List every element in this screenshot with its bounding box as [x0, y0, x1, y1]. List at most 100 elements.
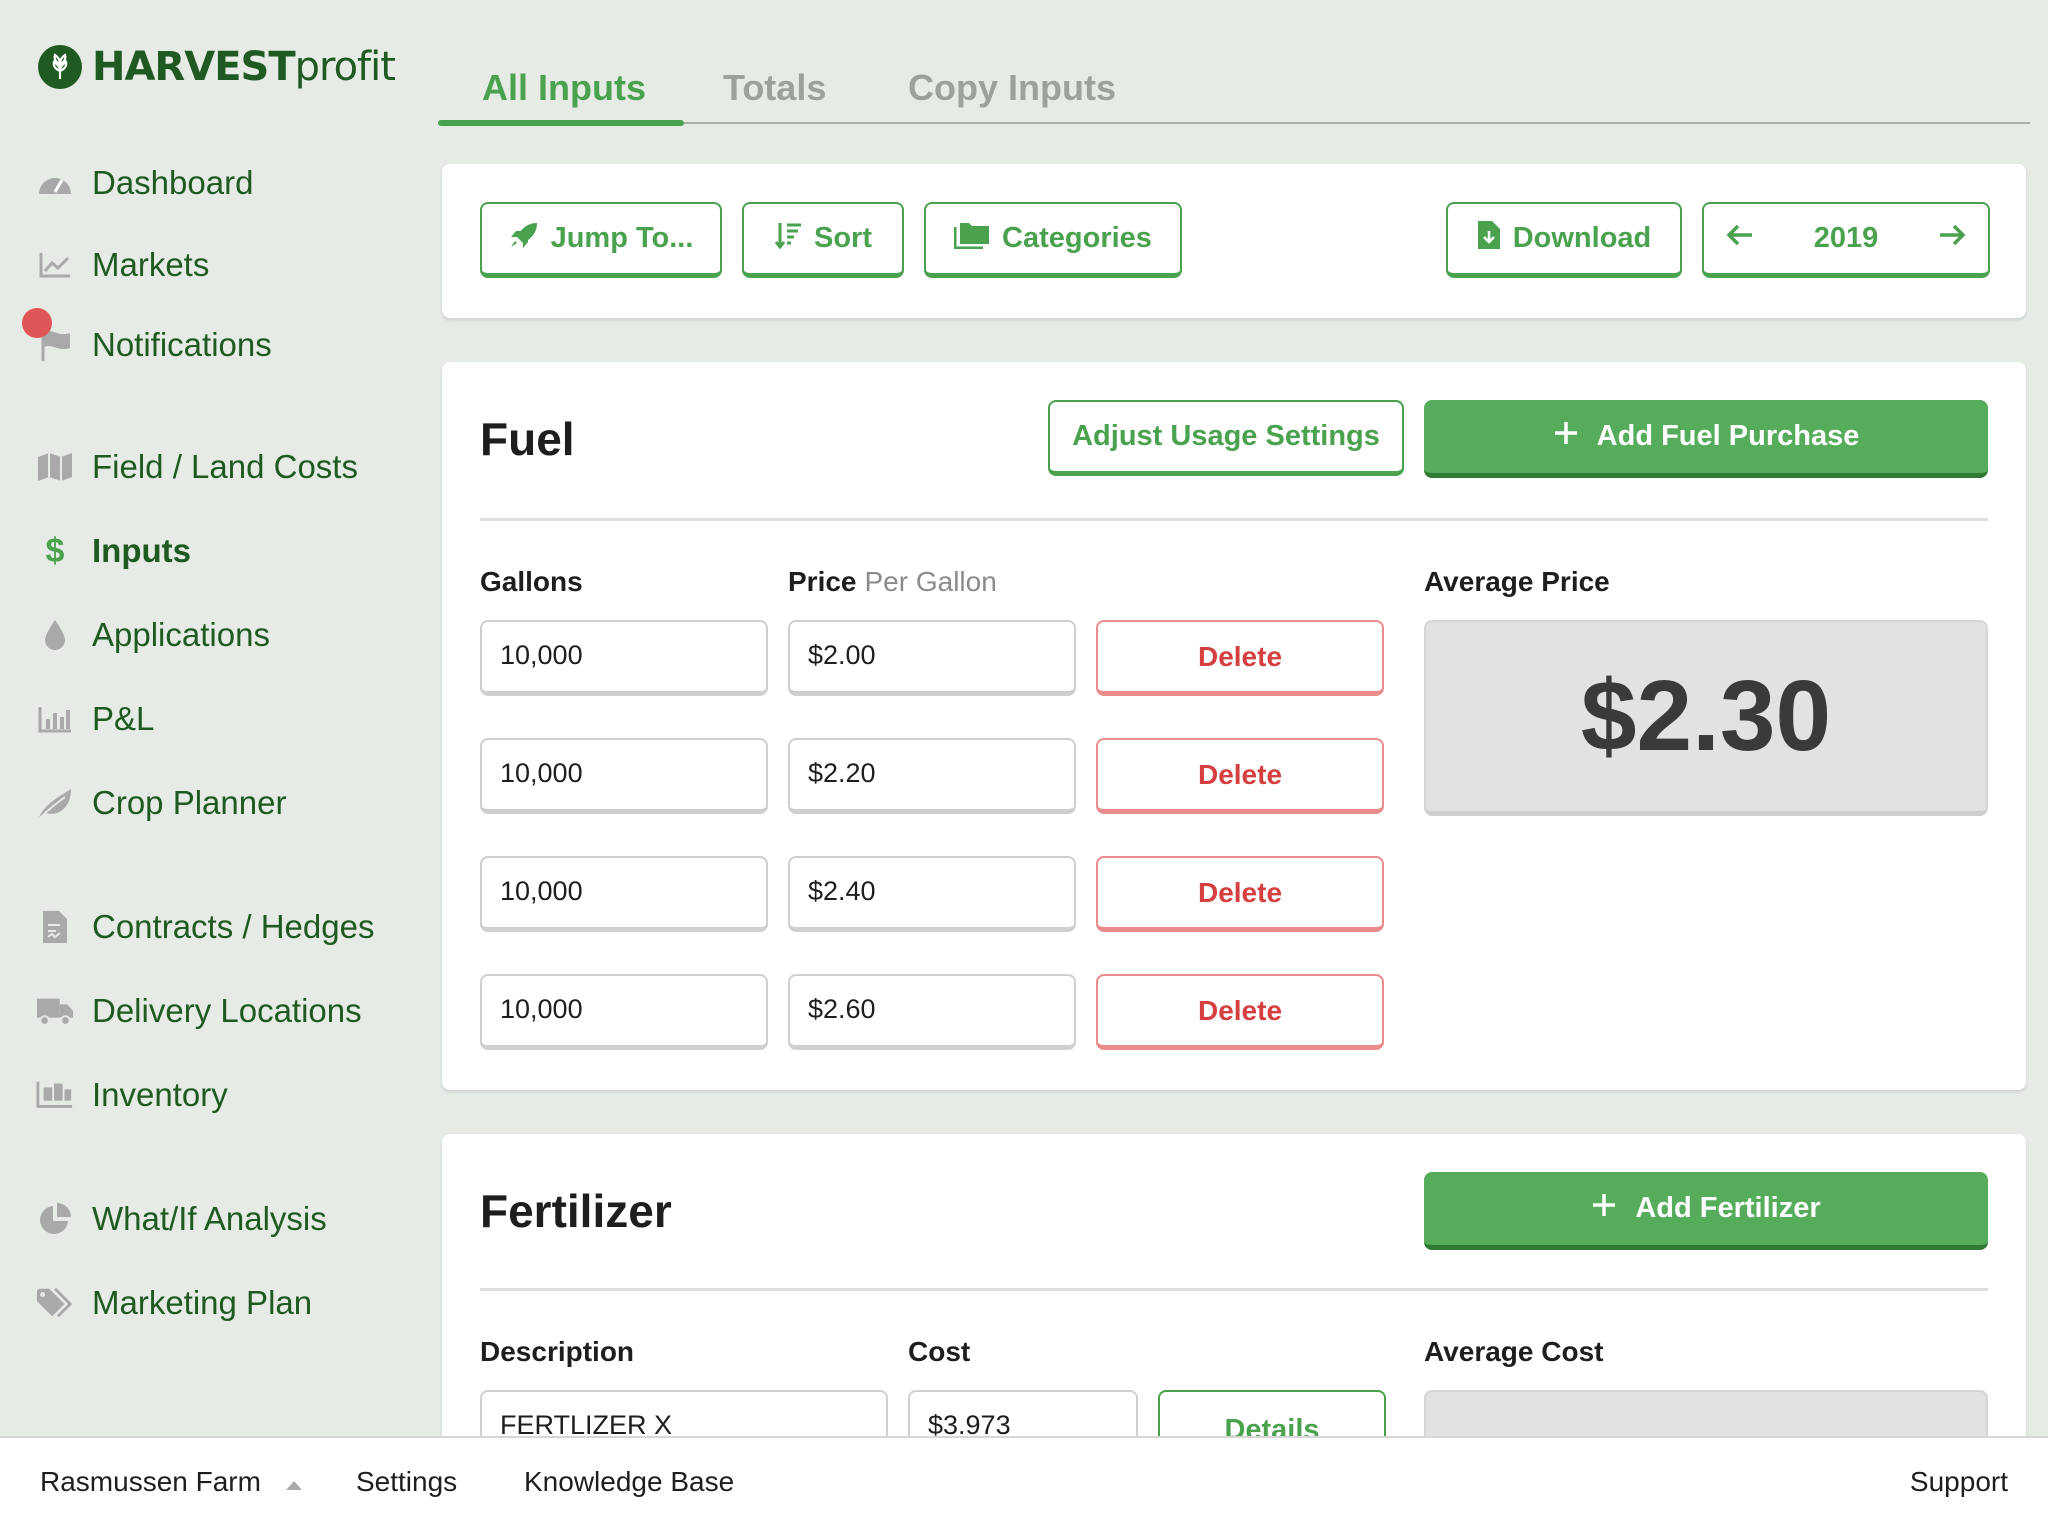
- categories-button[interactable]: Categories: [924, 202, 1182, 278]
- footer-bar: Rasmussen Farm Settings Knowledge Base S…: [0, 1436, 2048, 1536]
- add-fertilizer-button[interactable]: Add Fertilizer: [1424, 1172, 1988, 1250]
- sort-icon: [774, 221, 802, 257]
- sidebar-item-marketing-plan[interactable]: Marketing Plan: [36, 1278, 312, 1328]
- price-header: Price Per Gallon: [788, 566, 997, 597]
- sidebar-item-applications[interactable]: Applications: [36, 610, 270, 660]
- sidebar-item-inventory[interactable]: Inventory: [36, 1070, 228, 1120]
- toolbar-panel: Jump To... Sort Categories Download 2019: [442, 164, 2026, 318]
- fertilizer-title: Fertilizer: [480, 1185, 672, 1237]
- tab-bar: All Inputs Totals Copy Inputs: [438, 52, 2030, 126]
- support-link[interactable]: Support: [1910, 1466, 2008, 1498]
- rocket-icon: [509, 221, 539, 257]
- plus-icon: [1591, 1192, 1617, 1226]
- document-icon: [36, 908, 74, 946]
- sidebar-item-label: Notifications: [92, 326, 272, 363]
- sort-button[interactable]: Sort: [742, 202, 904, 278]
- adjust-usage-settings-button[interactable]: Adjust Usage Settings: [1048, 400, 1404, 476]
- notification-badge: [22, 308, 52, 338]
- wheat-icon: [38, 45, 82, 89]
- sidebar-item-dashboard[interactable]: Dashboard: [36, 158, 253, 208]
- tab-all-inputs[interactable]: All Inputs: [482, 52, 646, 124]
- delete-button[interactable]: Delete: [1096, 974, 1384, 1050]
- gallons-header: Gallons: [480, 566, 583, 597]
- sidebar-item-label: P&L: [92, 700, 155, 737]
- download-button[interactable]: Download: [1446, 202, 1682, 278]
- sidebar-item-pl[interactable]: P&L: [36, 694, 154, 744]
- previous-year-arrow-icon[interactable]: [1726, 222, 1754, 255]
- average-price-box: $2.30: [1424, 620, 1988, 816]
- farm-name: Rasmussen Farm: [40, 1466, 261, 1497]
- average-cost-header: Average Cost: [1424, 1336, 1604, 1367]
- sidebar-item-delivery-locations[interactable]: Delivery Locations: [36, 986, 362, 1036]
- sidebar-item-label: Crop Planner: [92, 784, 287, 821]
- plus-icon: [1553, 420, 1579, 454]
- sidebar-item-contracts-hedges[interactable]: Contracts / Hedges: [36, 902, 374, 952]
- brand-name: HARVESTprofit: [92, 44, 396, 90]
- sidebar-item-label: Delivery Locations: [92, 992, 362, 1029]
- price-input[interactable]: $2.00: [788, 620, 1076, 696]
- next-year-arrow-icon[interactable]: [1938, 222, 1966, 255]
- drop-icon: [36, 616, 74, 654]
- cost-header: Cost: [908, 1336, 971, 1367]
- description-header: Description: [480, 1336, 635, 1367]
- gallons-input[interactable]: 10,000: [480, 974, 768, 1050]
- sidebar: HARVESTprofit Dashboard Markets Notifica…: [0, 0, 430, 1436]
- sidebar-item-field-land-costs[interactable]: Field / Land Costs: [36, 442, 358, 492]
- add-fuel-purchase-label: Add Fuel Purchase: [1596, 420, 1860, 452]
- leaf-icon: [36, 784, 74, 822]
- farm-switcher[interactable]: Rasmussen Farm: [40, 1466, 303, 1498]
- delete-button[interactable]: Delete: [1096, 856, 1384, 932]
- tab-copy-inputs[interactable]: Copy Inputs: [908, 52, 1116, 124]
- categories-label: Categories: [1002, 222, 1152, 254]
- dollar-icon: $: [45, 531, 65, 570]
- delete-button[interactable]: Delete: [1096, 620, 1384, 696]
- description-input[interactable]: FERTLIZER X: [480, 1390, 888, 1436]
- folders-icon: [953, 221, 990, 257]
- sidebar-item-label: Inputs: [92, 532, 191, 569]
- fertilizer-panel: Fertilizer Add Fertilizer Description Co…: [442, 1134, 2026, 1436]
- gallons-input[interactable]: 10,000: [480, 738, 768, 814]
- average-cost-box: [1424, 1390, 1988, 1436]
- cost-input[interactable]: $3.973: [908, 1390, 1138, 1436]
- gauge-icon: [36, 164, 74, 202]
- sidebar-item-notifications[interactable]: Notifications: [36, 320, 272, 370]
- file-download-icon: [1477, 220, 1501, 258]
- settings-link[interactable]: Settings: [356, 1466, 457, 1498]
- jump-to-button[interactable]: Jump To...: [480, 202, 722, 278]
- brand-logo[interactable]: HARVESTprofit: [38, 44, 396, 90]
- year-value: 2019: [1813, 222, 1879, 254]
- map-icon: [36, 448, 74, 486]
- tab-totals[interactable]: Totals: [723, 52, 826, 124]
- fuel-panel: Fuel Adjust Usage Settings Add Fuel Purc…: [442, 362, 2026, 1090]
- download-label: Download: [1512, 222, 1652, 254]
- average-price-value: $2.30: [1580, 660, 1832, 772]
- average-price-header: Average Price: [1424, 566, 1610, 597]
- sidebar-item-label: Applications: [92, 616, 270, 653]
- fuel-title: Fuel: [480, 413, 575, 465]
- sidebar-item-label: Dashboard: [92, 164, 254, 201]
- sidebar-item-crop-planner[interactable]: Crop Planner: [36, 778, 286, 828]
- pallet-icon: [36, 1076, 74, 1114]
- jump-to-label: Jump To...: [550, 222, 694, 254]
- pie-chart-icon: [36, 1200, 74, 1238]
- price-input[interactable]: $2.60: [788, 974, 1076, 1050]
- delete-button[interactable]: Delete: [1096, 738, 1384, 814]
- add-fuel-purchase-button[interactable]: Add Fuel Purchase: [1424, 400, 1988, 478]
- truck-icon: [36, 992, 74, 1030]
- sidebar-item-label: Field / Land Costs: [92, 448, 358, 485]
- tags-icon: [36, 1284, 74, 1322]
- add-fertilizer-label: Add Fertilizer: [1635, 1192, 1821, 1224]
- sidebar-item-markets[interactable]: Markets: [36, 240, 209, 290]
- sidebar-item-what-if-analysis[interactable]: What/If Analysis: [36, 1194, 327, 1244]
- bar-chart-icon: [36, 700, 74, 738]
- price-input[interactable]: $2.20: [788, 738, 1076, 814]
- knowledge-base-link[interactable]: Knowledge Base: [524, 1466, 734, 1498]
- details-button[interactable]: Details: [1158, 1390, 1386, 1436]
- gallons-input[interactable]: 10,000: [480, 856, 768, 932]
- active-tab-indicator: [438, 120, 684, 126]
- sidebar-item-inputs[interactable]: $ Inputs: [36, 526, 191, 576]
- year-selector: 2019: [1702, 202, 1990, 278]
- caret-up-icon: [285, 1466, 303, 1498]
- price-input[interactable]: $2.40: [788, 856, 1076, 932]
- gallons-input[interactable]: 10,000: [480, 620, 768, 696]
